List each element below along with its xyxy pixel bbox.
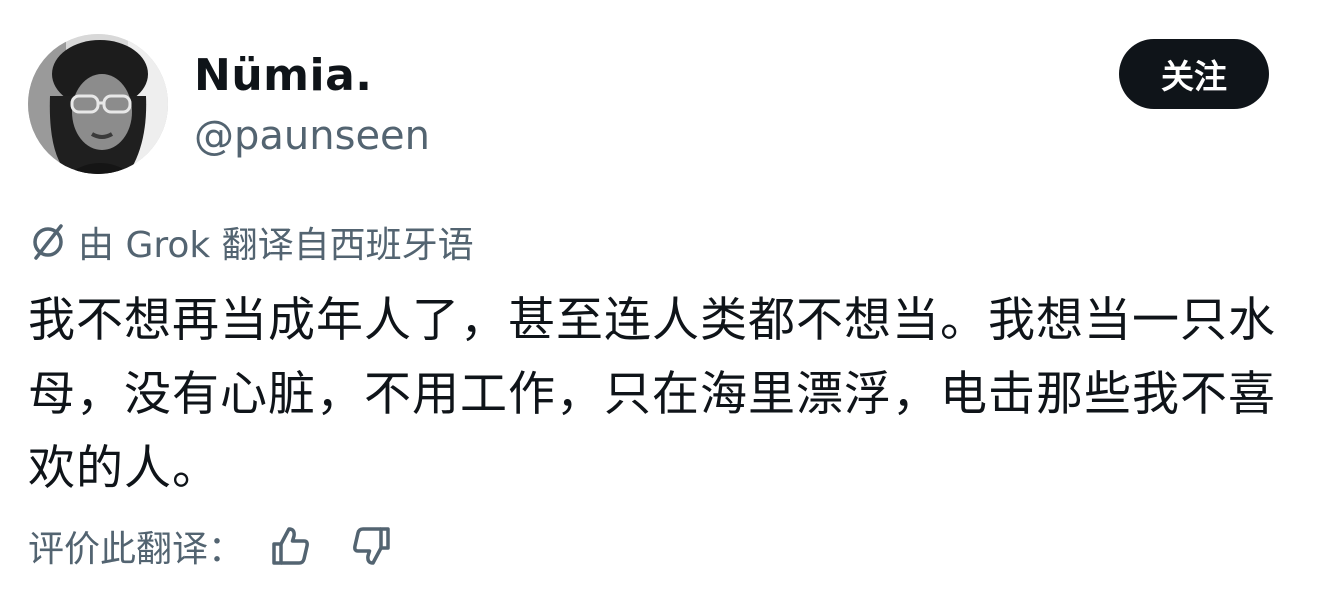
rate-translation-label: 评价此翻译：: [28, 529, 245, 570]
rate-translation: 评价此翻译：: [28, 516, 396, 576]
grok-icon: [28, 222, 68, 262]
avatar-image: [28, 34, 168, 174]
thumbs-down-icon[interactable]: [348, 522, 396, 570]
avatar[interactable]: [28, 34, 168, 174]
post-card: Nümia. @paunseen 关注 由 Grok 翻译自西班牙语 我不想再当…: [0, 0, 1320, 612]
thumbs-up-icon[interactable]: [266, 522, 314, 570]
translation-notice[interactable]: 由 Grok 翻译自西班牙语: [28, 214, 474, 270]
translation-label: 由 Grok 翻译自西班牙语: [78, 225, 474, 266]
display-name[interactable]: Nümia.: [194, 48, 372, 104]
follow-button[interactable]: 关注: [1119, 39, 1269, 109]
user-handle[interactable]: @paunseen: [194, 108, 430, 164]
post-text: 我不想再当成年人了，甚至连人类都不想当。我想当一只水母，没有心脏，不用工作，只在…: [28, 293, 1276, 496]
